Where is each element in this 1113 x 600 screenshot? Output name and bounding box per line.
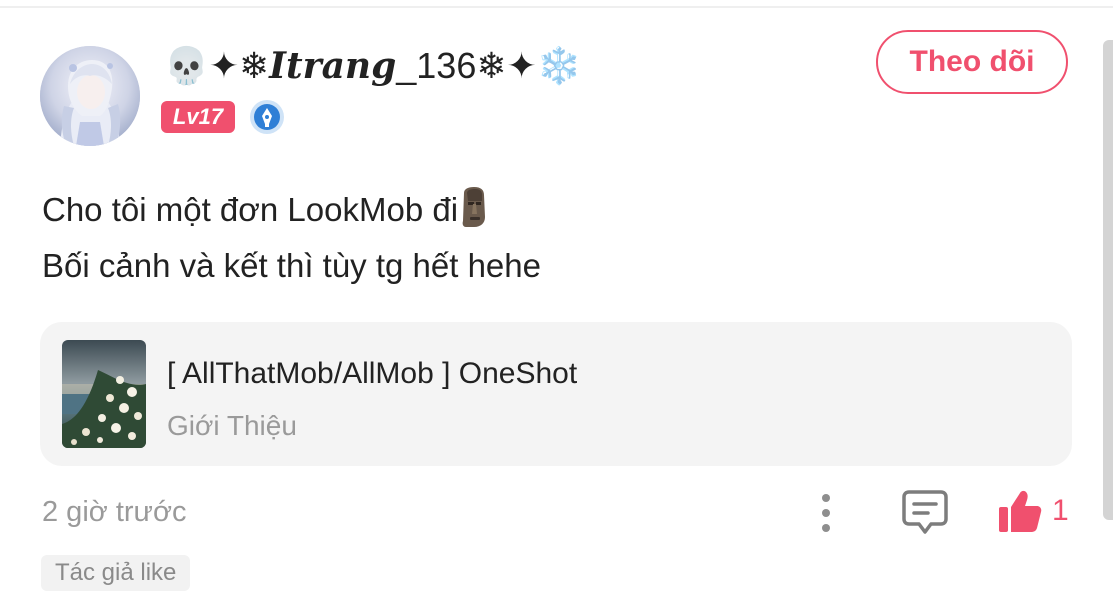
post-detail-screen: 💀✦❄Itrang_136❄✦❄️ Lv17 Theo dõi Cho tôi … — [0, 0, 1113, 600]
like-count: 1 — [1052, 494, 1069, 527]
author-name-script: Itrang — [269, 45, 397, 87]
post-line-1: Cho tôi một đơn LookMob đi — [42, 182, 1042, 238]
top-divider — [0, 6, 1113, 8]
author-name-suffix: _136❄✦❄️ — [396, 45, 582, 86]
author-avatar[interactable] — [40, 46, 140, 146]
post-line-2: Bối cảnh và kết thì tùy tg hết hehe — [42, 247, 541, 284]
follow-button[interactable]: Theo dõi — [876, 30, 1068, 94]
scrollbar[interactable] — [1103, 40, 1113, 520]
story-title: [ AllThatMob/AllMob ] OneShot — [167, 357, 578, 390]
story-cover-image — [62, 340, 146, 448]
like-button[interactable]: 1 — [996, 486, 1069, 536]
anime-girl-avatar-icon — [40, 46, 140, 146]
thumbs-up-icon — [999, 490, 1042, 532]
flowers-by-sea-cover-icon — [62, 340, 146, 448]
author-name-prefix: 💀✦❄ — [164, 45, 270, 86]
author-liked-tag: Tác giả like — [41, 555, 191, 591]
moai-icon — [462, 187, 486, 227]
post-timestamp: 2 giờ trước — [42, 496, 187, 528]
author-name[interactable]: 💀✦❄Itrang_136❄✦❄️ — [164, 40, 582, 92]
story-subtitle: Giới Thiệu — [167, 410, 297, 441]
verified-pen-badge-icon — [250, 100, 284, 134]
linked-story-card[interactable]: [ AllThatMob/AllMob ] OneShot Giới Thiệu — [40, 322, 1072, 466]
post-line-1-text: Cho tôi một đơn LookMob đi — [42, 191, 459, 228]
level-badge: Lv17 — [161, 101, 235, 133]
comment-icon[interactable] — [901, 489, 949, 535]
more-options-icon[interactable] — [808, 492, 844, 534]
post-content: Cho tôi một đơn LookMob đi Bối cảnh và k… — [42, 182, 1042, 294]
